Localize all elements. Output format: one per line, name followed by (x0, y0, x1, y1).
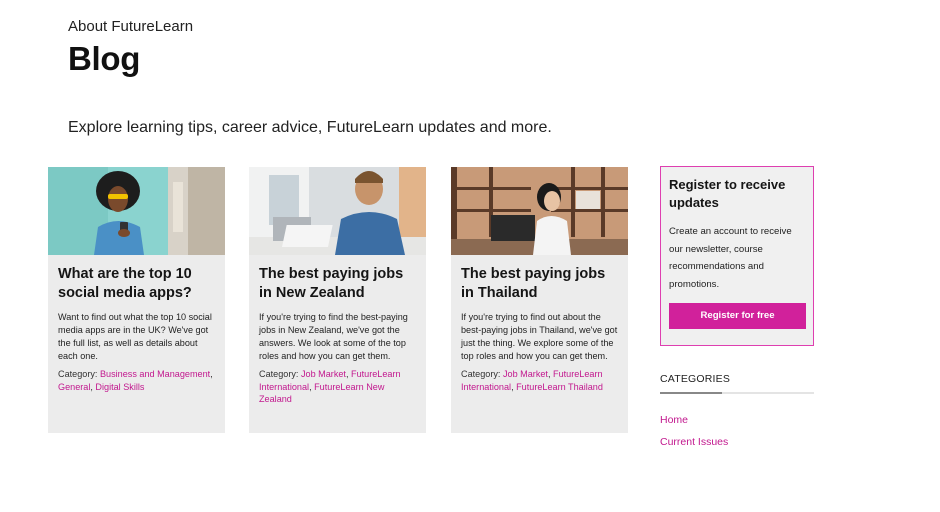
post-title[interactable]: The best paying jobs in Thailand (461, 265, 618, 303)
register-description: Create an account to receive our newslet… (669, 226, 792, 290)
register-button[interactable]: Register for free (669, 303, 806, 329)
category-label: Category: (259, 369, 299, 379)
category-label: Category: (461, 369, 501, 379)
eyebrow-text: About FutureLearn (68, 18, 194, 35)
category-link[interactable]: General (58, 382, 90, 392)
post-title[interactable]: The best paying jobs in New Zealand (259, 265, 416, 303)
category-link[interactable]: Job Market (503, 369, 548, 379)
post-image[interactable] (48, 167, 225, 255)
categories-divider (660, 392, 814, 394)
sidebar-link-current-issues[interactable]: Current Issues (660, 436, 728, 448)
blog-card[interactable]: The best paying jobs in Thailand If you'… (451, 167, 628, 433)
intro-text: Explore learning tips, career advice, Fu… (68, 119, 552, 136)
category-link[interactable]: Digital Skills (95, 382, 144, 392)
category-link[interactable]: FutureLearn Thailand (516, 382, 603, 392)
post-categories: Category: Job Market, FutureLearn Intern… (461, 369, 603, 392)
category-link[interactable]: Job Market (301, 369, 346, 379)
categories-heading: CATEGORIES (660, 373, 731, 385)
post-image[interactable] (451, 167, 628, 255)
register-panel: Register to receive updates Create an ac… (660, 166, 814, 346)
post-categories: Category: Business and Management, Gener… (58, 369, 213, 392)
sidebar-link-home[interactable]: Home (660, 414, 688, 426)
post-excerpt: If you're trying to find out about the b… (461, 312, 618, 361)
post-categories: Category: Job Market, FutureLearn Intern… (259, 369, 401, 405)
page-title: Blog (68, 40, 141, 77)
blog-card[interactable]: The best paying jobs in New Zealand If y… (249, 167, 426, 433)
post-title[interactable]: What are the top 10 social media apps? (58, 265, 215, 303)
post-excerpt: Want to find out what the top 10 social … (58, 312, 212, 361)
post-excerpt: If you're trying to find the best-paying… (259, 312, 408, 361)
category-label: Category: (58, 369, 98, 379)
post-image[interactable] (249, 167, 426, 255)
register-title: Register to receive updates (669, 177, 786, 210)
category-link[interactable]: Business and Management (100, 369, 210, 379)
blog-card[interactable]: What are the top 10 social media apps? W… (48, 167, 225, 433)
